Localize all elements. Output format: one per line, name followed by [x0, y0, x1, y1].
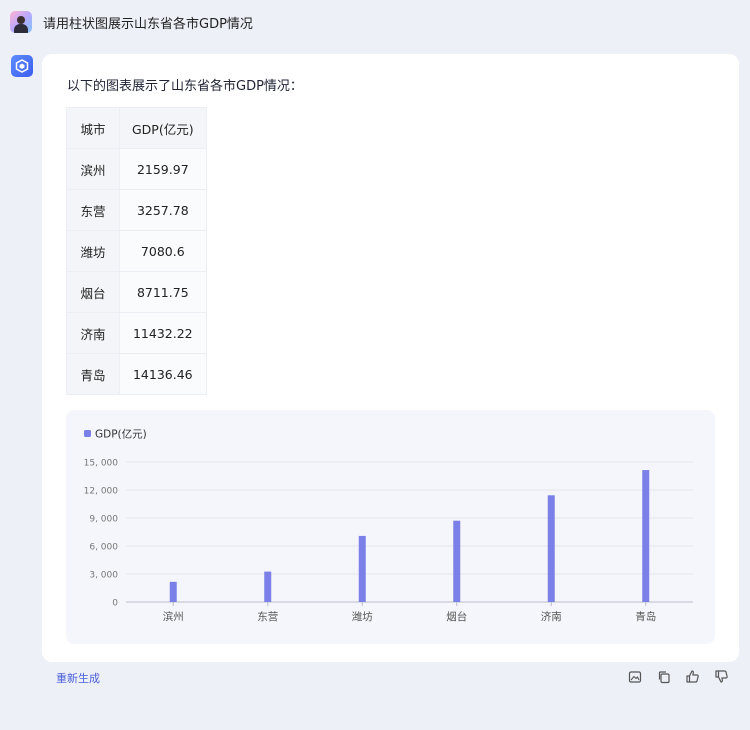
table-row: 滨州 2159.97: [66, 148, 207, 190]
table-cell-gdp: 7080.6: [119, 230, 207, 272]
response-intro: 以下的图表展示了山东省各市GDP情况：: [67, 79, 303, 94]
table-cell-city: 东营: [66, 189, 120, 231]
x-tick-label: 潍坊: [352, 610, 373, 623]
table-row: 潍坊 7080.6: [66, 230, 207, 272]
bar-潍坊: [358, 535, 366, 602]
legend-label: GDP(亿元): [95, 428, 147, 441]
response-footer: 重新生成: [0, 668, 750, 688]
table-row: 烟台 8711.75: [66, 271, 207, 313]
x-tick-label: 青岛: [635, 610, 656, 623]
table-cell-gdp: 11432.22: [119, 312, 207, 354]
table-cell-gdp: 2159.97: [119, 148, 207, 190]
x-tick-label: 滨州: [163, 610, 184, 623]
table-header-city: 城市: [66, 107, 120, 149]
bar-滨州: [169, 581, 177, 602]
copy-icon[interactable]: [655, 668, 672, 685]
table-cell-gdp: 3257.78: [119, 189, 207, 231]
legend-swatch: [84, 430, 91, 437]
table-cell-city: 青岛: [66, 353, 120, 395]
gdp-bar-chart-panel: GDP(亿元) 0 3, 000 6, 000 9, 000 12, 000 15, 000…: [66, 410, 715, 644]
assistant-response-card: 以下的图表展示了山东省各市GDP情况： 城市 GDP(亿元) 滨州 2159.9…: [42, 54, 739, 662]
y-tick-label: 0: [112, 599, 118, 609]
table-cell-city: 烟台: [66, 271, 120, 313]
y-tick-label: 3, 000: [89, 571, 118, 581]
thumbs-down-icon[interactable]: [713, 668, 730, 685]
x-tick-label: 东营: [257, 610, 278, 623]
table-cell-gdp: 14136.46: [119, 353, 207, 395]
bar-东营: [264, 571, 272, 602]
y-tick-label: 9, 000: [89, 515, 118, 525]
y-tick-label: 15, 000: [84, 459, 119, 469]
gdp-bar-chart: GDP(亿元) 0 3, 000 6, 000 9, 000 12, 000 15, 000…: [84, 428, 693, 623]
bar-济南: [547, 495, 555, 602]
table-cell-city: 潍坊: [66, 230, 120, 272]
response-actions: [626, 668, 730, 685]
x-tick-label: 济南: [541, 610, 562, 623]
table-row: 青岛 14136.46: [66, 353, 207, 395]
image-icon[interactable]: [626, 668, 643, 685]
table-header-gdp: GDP(亿元): [119, 107, 207, 149]
y-tick-label: 6, 000: [89, 543, 118, 553]
table-cell-city: 济南: [66, 312, 120, 354]
bar-青岛: [642, 470, 650, 602]
table-row: 东营 3257.78: [66, 189, 207, 231]
table-header-row: 城市 GDP(亿元): [66, 107, 207, 149]
user-message-text: 请用柱状图展示山东省各市GDP情况: [43, 16, 253, 32]
chart-legend: GDP(亿元): [84, 428, 147, 441]
regenerate-button[interactable]: 重新生成: [56, 670, 100, 686]
bar-烟台: [453, 520, 461, 602]
assistant-logo-icon: [11, 55, 33, 77]
y-tick-label: 12, 000: [84, 487, 119, 497]
table-row: 济南 11432.22: [66, 312, 207, 354]
table-cell-gdp: 8711.75: [119, 271, 207, 313]
x-tick-label: 烟台: [446, 610, 467, 623]
gdp-table: 城市 GDP(亿元) 滨州 2159.97 东营 3257.78 潍坊 7080…: [66, 107, 207, 395]
user-message-row: 请用柱状图展示山东省各市GDP情况: [10, 10, 253, 34]
thumbs-up-icon[interactable]: [684, 668, 701, 685]
user-avatar: [10, 11, 32, 33]
table-cell-city: 滨州: [66, 148, 120, 190]
